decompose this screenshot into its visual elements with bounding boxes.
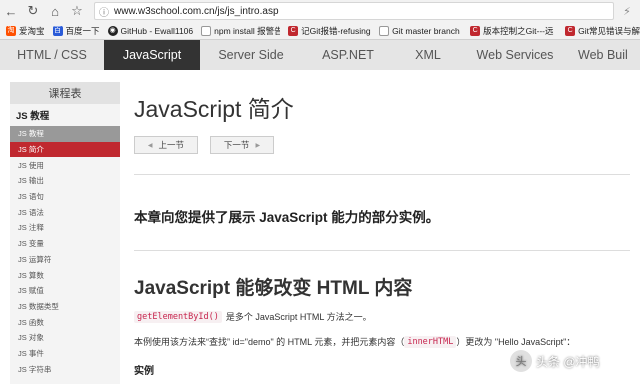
- main-content: JavaScript 简介 ◀ 上一节 下一节 ▶ 本章向您提供了展示 Java…: [120, 70, 640, 384]
- watermark: 头 头条 @冲鸭: [510, 350, 600, 372]
- csdn-icon: C: [565, 25, 576, 36]
- bookmark-label: 百度一下: [65, 25, 100, 36]
- bookmark-item[interactable]: Git master branch: [379, 25, 462, 36]
- nav-xml[interactable]: XML: [394, 40, 462, 70]
- taobao-icon: 淘: [6, 25, 16, 36]
- paragraph-method: getElementById() 是多个 JavaScript HTML 方法之…: [134, 310, 372, 323]
- bookmark-label: 版本控制之Git---远: [483, 25, 554, 36]
- inline-code: getElementById(): [134, 310, 222, 323]
- bookmark-item[interactable]: C 记Git报错-refusing: [288, 25, 371, 37]
- address-bar[interactable]: ⓘ www.w3school.com.cn/js/js_intro.asp: [94, 2, 614, 20]
- prev-chapter-button[interactable]: ◀ 上一节: [134, 136, 198, 154]
- triangle-left-icon: ◀: [147, 142, 153, 149]
- address-bar-url: www.w3school.com.cn/js/js_intro.asp: [114, 5, 279, 17]
- bookmark-label: 记Git报错-refusing: [301, 25, 371, 36]
- back-icon[interactable]: ←: [0, 0, 22, 22]
- nav-web-building[interactable]: Web Buil: [568, 40, 640, 70]
- sidebar-heading: 课程表: [10, 82, 120, 104]
- browser-toolbar: ← ↻ ⌂ ☆ ⓘ www.w3school.com.cn/js/js_intr…: [0, 0, 640, 22]
- sidebar-item-js-datatypes[interactable]: JS 数据类型: [10, 299, 120, 315]
- sidebar-item-js-strings[interactable]: JS 字符串: [10, 361, 120, 377]
- page-icon: [201, 25, 212, 36]
- sidebar-item-js-assignment[interactable]: JS 赋值: [10, 283, 120, 299]
- page-icon: [379, 25, 390, 36]
- sidebar-item-js-tutorial[interactable]: JS 教程: [10, 126, 120, 142]
- sidebar-item-js-output[interactable]: JS 输出: [10, 173, 120, 189]
- bookmark-item[interactable]: 淘 爱淘宝: [6, 25, 45, 37]
- next-chapter-button[interactable]: 下一节 ▶: [210, 136, 274, 154]
- paragraph-example: 本例使用该方法来“查找” id="demo" 的 HTML 元素，并把元素内容（…: [134, 335, 575, 348]
- sidebar-item-js-objects[interactable]: JS 对象: [10, 330, 120, 346]
- paragraph-text: 本例使用该方法来“查找” id="demo" 的 HTML 元素，并把元素内容（: [134, 337, 405, 347]
- bookmark-label: GitHub - Ewall1106: [120, 25, 194, 36]
- bookmark-label: Git master branch: [392, 25, 460, 36]
- bookmark-label: Git常见错误与解: [578, 25, 640, 36]
- triangle-right-icon: ▶: [255, 142, 261, 149]
- site-nav: HTML / CSS JavaScript Server Side ASP.NE…: [0, 40, 640, 70]
- sidebar-item-js-intro[interactable]: JS 简介: [10, 141, 120, 158]
- watermark-text: 头条 @冲鸭: [536, 354, 600, 369]
- sidebar-item-js-functions[interactable]: JS 函数: [10, 314, 120, 330]
- github-icon: ◉: [107, 25, 118, 36]
- page-title: JavaScript 简介: [134, 96, 294, 122]
- toutiao-logo-icon: 头: [510, 350, 532, 372]
- nav-javascript[interactable]: JavaScript: [104, 40, 200, 70]
- bookmark-star-icon[interactable]: ☆: [66, 0, 88, 22]
- sidebar-item-js-variables[interactable]: JS 变量: [10, 236, 120, 252]
- next-chapter-label: 下一节: [223, 140, 250, 150]
- sidebar-item-js-comments[interactable]: JS 注释: [10, 220, 120, 236]
- sidebar-item-js-statements[interactable]: JS 语句: [10, 189, 120, 205]
- sidebar-item-js-arithmetic[interactable]: JS 算数: [10, 267, 120, 283]
- bookmark-item[interactable]: npm install 报警告: [201, 25, 280, 37]
- sidebar-section-title: JS 教程: [16, 111, 50, 122]
- inline-code: innerHTML: [404, 335, 457, 348]
- csdn-icon: C: [288, 25, 299, 36]
- bookmark-item[interactable]: C 版本控制之Git---远: [470, 25, 557, 37]
- lightning-icon[interactable]: ⚡: [614, 0, 640, 22]
- nav-web-services[interactable]: Web Services: [462, 40, 568, 70]
- sidebar: 课程表 JS 教程 JS 教程 JS 简介 JS 使用 JS 输出 JS 语句 …: [10, 82, 120, 384]
- bookmark-label: 爱淘宝: [19, 25, 45, 36]
- sidebar-item-js-syntax[interactable]: JS 语法: [10, 204, 120, 220]
- sidebar-item-js-operators[interactable]: JS 运算符: [10, 252, 120, 268]
- home-icon[interactable]: ⌂: [44, 0, 66, 22]
- csdn-icon: C: [470, 25, 481, 36]
- divider: [134, 250, 630, 251]
- bookmark-item[interactable]: C Git常见错误与解: [565, 25, 640, 37]
- sidebar-item-js-usage[interactable]: JS 使用: [10, 157, 120, 173]
- nav-server-side[interactable]: Server Side: [200, 40, 302, 70]
- section-heading: JavaScript 能够改变 HTML 内容: [134, 278, 413, 299]
- nav-aspnet[interactable]: ASP.NET: [302, 40, 394, 70]
- bookmarks-bar: 淘 爱淘宝 百 百度一下 ◉ GitHub - Ewall1106 npm in…: [0, 22, 640, 40]
- bookmark-item[interactable]: 百 百度一下: [52, 25, 100, 37]
- page-info-icon[interactable]: ⓘ: [99, 4, 109, 19]
- nav-html-css[interactable]: HTML / CSS: [0, 40, 104, 70]
- baidu-icon: 百: [52, 25, 63, 36]
- prev-chapter-label: 上一节: [158, 140, 185, 150]
- bookmark-item[interactable]: ◉ GitHub - Ewall1106: [107, 25, 194, 36]
- example-heading: 实例: [134, 366, 154, 377]
- bookmark-label: npm install 报警告: [214, 25, 281, 36]
- paragraph-text: ）更改为 "Hello JavaScript"：: [456, 337, 576, 347]
- sidebar-item-js-events[interactable]: JS 事件: [10, 346, 120, 362]
- intro-text: 本章向您提供了展示 JavaScript 能力的部分实例。: [134, 210, 440, 225]
- reload-icon[interactable]: ↻: [22, 0, 44, 22]
- paragraph-text: 是多个 JavaScript HTML 方法之一。: [225, 312, 372, 322]
- divider: [134, 174, 630, 175]
